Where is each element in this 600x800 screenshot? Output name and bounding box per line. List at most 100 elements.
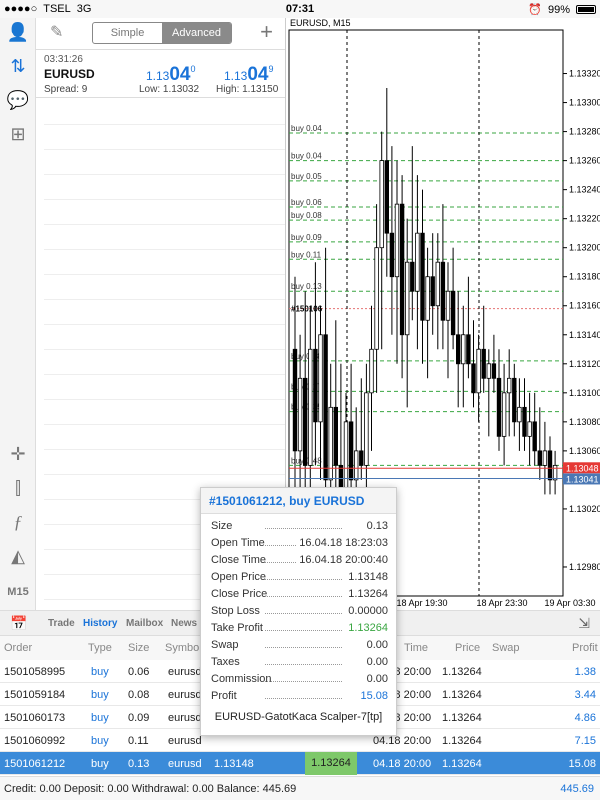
popup-field: Close Price 1.13264 [209, 586, 388, 603]
status-bar: ●●●●○ TSEL 3G 07:31 ⏰ 99% [0, 0, 600, 18]
field-value: 15.08 [358, 690, 388, 702]
candle-body [527, 421, 532, 437]
row-order: 1501058995 [4, 666, 66, 678]
field-label: Close Price [211, 588, 268, 600]
candle-body [292, 348, 298, 452]
x-tick-label: 19 Apr 03:30 [544, 598, 595, 608]
edit-icon[interactable]: ✎ [50, 22, 63, 42]
row-order: 1501060992 [4, 735, 66, 747]
popup-field: Close Time 16.04.18 20:00:40 [209, 552, 388, 569]
order-line-label: buy 0.08 [291, 211, 322, 220]
row-price: 1.13264 [442, 689, 482, 701]
col-order: Order [4, 642, 33, 654]
row-price: 1.13264 [442, 666, 482, 678]
candle-body [374, 247, 379, 350]
candle-body [466, 334, 471, 365]
simple-mode-button[interactable]: Simple [93, 23, 162, 43]
candle-body [445, 290, 451, 321]
candle-body [537, 450, 542, 466]
quotes-toolbar: ✎ Simple Advanced + [36, 18, 285, 50]
field-label: Taxes [211, 656, 240, 668]
y-tick-label: 1.13060 [569, 446, 600, 456]
candle-body [348, 421, 354, 481]
objects-icon[interactable]: ◭ [0, 546, 36, 567]
account-icon[interactable]: 👤 [0, 22, 36, 43]
candle-body [481, 348, 486, 379]
candle-body [354, 450, 359, 481]
chat-icon[interactable]: 💬 [0, 90, 36, 111]
y-tick-label: 1.13260 [569, 156, 600, 166]
tab-news[interactable]: News [171, 618, 197, 629]
quote-row-eurusd[interactable]: 03:31:26 EURUSD Spread: 9 1.13040 1.1304… [36, 50, 285, 98]
leader-dots [265, 630, 342, 631]
order-line-label: buy 0.09 [291, 233, 322, 242]
field-value: 1.13264 [346, 588, 388, 600]
candle-body [486, 363, 491, 379]
candle-body [343, 421, 349, 495]
candle-body [389, 232, 395, 278]
row-symbol: eurusd [168, 689, 202, 701]
timeframe-button[interactable]: M15 [0, 586, 36, 598]
row-symbol: eurusd [168, 758, 202, 770]
row-order: 1501059184 [4, 689, 66, 701]
popup-field: Stop Loss 0.00000 [209, 603, 388, 620]
calendar-icon[interactable]: 📅 [10, 615, 27, 632]
order-line-label: buy 0.04 [291, 152, 322, 161]
leader-dots [265, 596, 342, 597]
row-symbol: eurusd [168, 666, 202, 678]
candle-body [379, 160, 384, 249]
candle-body [410, 261, 415, 292]
y-tick-label: 1.13020 [569, 504, 600, 514]
export-icon[interactable]: ⇲ [578, 615, 590, 632]
add-symbol-icon[interactable]: + [260, 19, 273, 45]
field-value: 0.00000 [346, 605, 388, 617]
row-size: 0.09 [128, 712, 150, 724]
advanced-mode-button[interactable]: Advanced [162, 23, 231, 43]
field-value: 16.04.18 18:23:03 [297, 537, 388, 549]
battery-percent: 99% [547, 3, 570, 16]
row-close-price: 1.13264 [305, 752, 357, 775]
table-row-selected[interactable]: 1501061212 buy 0.13 eurusd 1.13148 1.132… [0, 752, 600, 775]
quotes-icon[interactable]: ⇅ [0, 56, 36, 77]
field-value: 0.00 [364, 639, 388, 651]
leader-dots [265, 664, 342, 665]
candle-body [455, 334, 461, 365]
candle-body [430, 276, 435, 307]
tab-history[interactable]: History [83, 618, 117, 629]
low-price: Low: 1.13032 [139, 84, 200, 95]
candle-body [496, 377, 502, 437]
candle-body [450, 290, 456, 336]
candle-body [461, 334, 466, 365]
leader-dots [265, 698, 342, 699]
row-price: 1.13264 [442, 712, 482, 724]
leader-dots [265, 579, 342, 580]
y-tick-label: 1.13300 [569, 98, 600, 108]
quote-symbol: EURUSD [44, 67, 95, 81]
order-line-label: buy 0.13 [291, 282, 322, 291]
candle-body [399, 203, 405, 336]
tab-mailbox[interactable]: Mailbox [126, 618, 163, 629]
order-details-popup: #1501061212, buy EURUSD Size 0.13 Open Tim… [200, 487, 397, 736]
high-price: High: 1.13150 [216, 84, 279, 95]
y-tick-label: 1.13160 [569, 301, 600, 311]
row-price: 1.13264 [442, 758, 482, 770]
popup-title: #1501061212, buy EURUSD [201, 488, 396, 514]
new-document-icon[interactable]: ⊞ [0, 124, 36, 145]
order-line-label: buy 0.11 [291, 250, 322, 259]
battery-icon [576, 5, 596, 14]
candles-icon[interactable]: ⫿ [0, 478, 36, 499]
tab-trade[interactable]: Trade [48, 618, 75, 629]
popup-field: Size 0.13 [209, 518, 388, 535]
indicators-icon[interactable]: ƒ [0, 512, 36, 533]
order-comment: EURUSD-GatotKaca Scalper-7[tp] [214, 711, 383, 723]
col-symbol: Symbol [165, 642, 202, 654]
row-order: 1501061212 [4, 758, 66, 770]
popup-field: Profit 15.08 [209, 688, 388, 705]
col-profit: Profit [572, 642, 598, 654]
row-open-price: 1.13148 [214, 758, 254, 770]
balance-summary: Credit: 0.00 Deposit: 0.00 Withdrawal: 0… [4, 783, 297, 795]
popup-field: Taxes 0.00 [209, 654, 388, 671]
col-size: Size [128, 642, 150, 654]
crosshair-icon[interactable]: ✛ [0, 444, 36, 465]
leader-dots [265, 647, 342, 648]
